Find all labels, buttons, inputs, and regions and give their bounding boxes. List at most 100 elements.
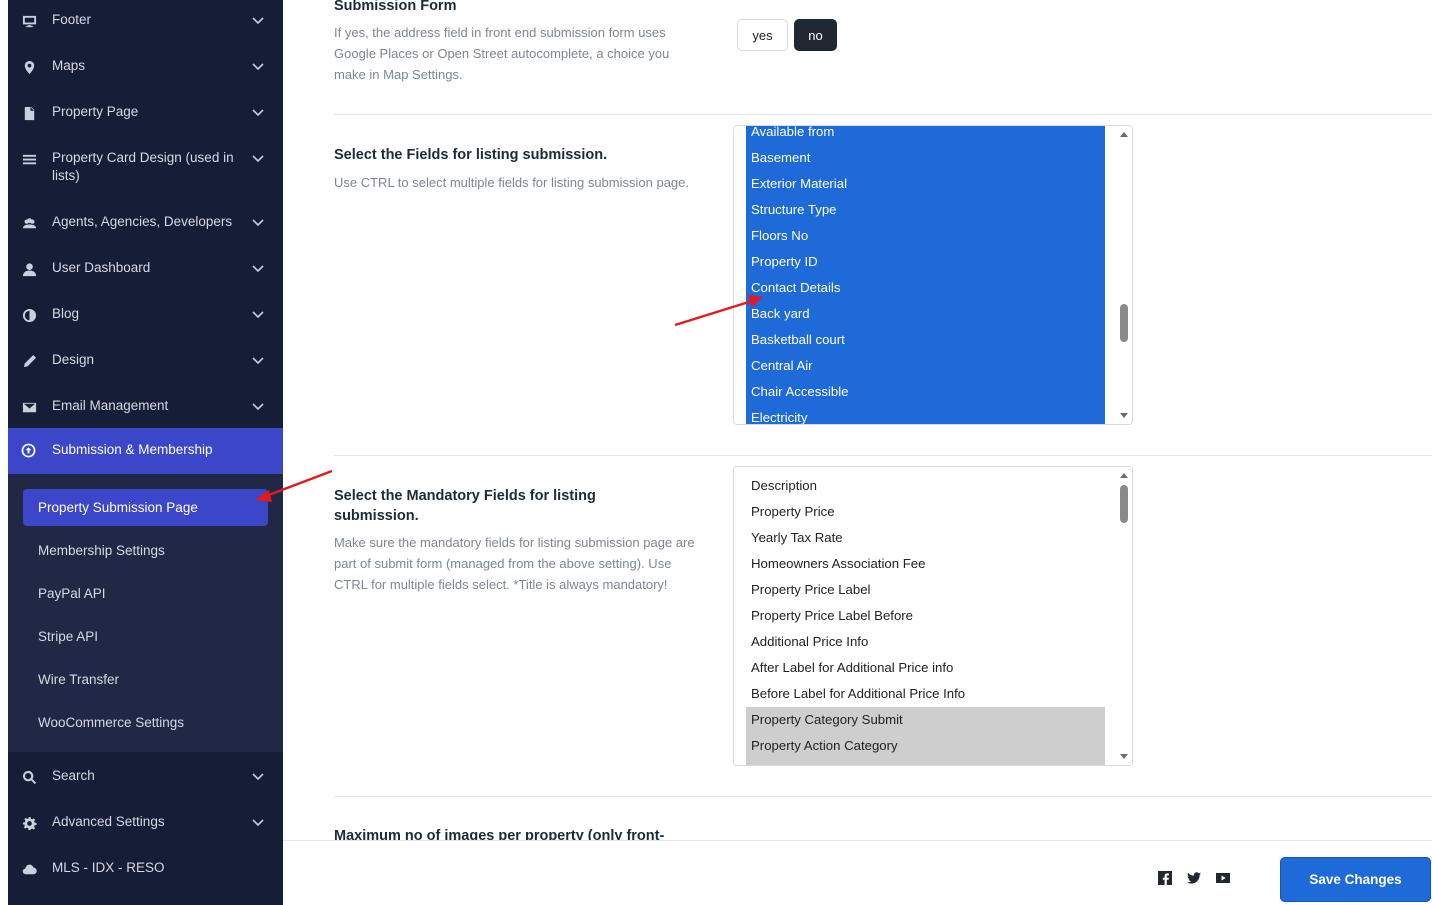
scroll-down-arrow-icon[interactable] bbox=[1120, 413, 1128, 418]
sidebar-item-label: Search bbox=[52, 768, 95, 783]
submenu-item-membership-settings[interactable]: Membership Settings bbox=[23, 532, 268, 569]
left-gutter bbox=[0, 0, 8, 905]
sidebar-item-email-management[interactable]: Email Management bbox=[8, 397, 283, 417]
list-option[interactable]: Central Air bbox=[746, 353, 1105, 379]
sidebar-item-agents[interactable]: Agents, Agencies, Developers bbox=[8, 213, 283, 233]
section-title-autocomplete: Submission Form bbox=[334, 0, 457, 14]
list-option[interactable]: Property Price Label Before bbox=[746, 603, 1105, 629]
list-option[interactable]: Structure Type bbox=[746, 197, 1105, 223]
scrollbar-thumb[interactable] bbox=[1120, 485, 1128, 523]
section-desc-fields: Use CTRL to select multiple fields for l… bbox=[334, 175, 689, 190]
sidebar-item-label: Advanced Settings bbox=[52, 814, 165, 829]
chevron-down-icon[interactable] bbox=[251, 215, 265, 229]
chevron-down-icon[interactable] bbox=[251, 105, 265, 119]
sidebar-item-label: Property Page bbox=[52, 104, 139, 119]
sidebar-item-label: User Dashboard bbox=[52, 260, 151, 275]
submenu-item-stripe-api[interactable]: Stripe API bbox=[23, 618, 268, 655]
list-option[interactable]: Property Category Submit bbox=[746, 707, 1105, 733]
list-icon bbox=[21, 151, 37, 167]
list-option[interactable]: Electricity bbox=[746, 405, 1105, 424]
mandatory-fields-multiselect[interactable]: Description Property Price Yearly Tax Ra… bbox=[733, 466, 1133, 766]
sidebar-item-mls-idx-reso[interactable]: MLS - IDX - RESO bbox=[8, 859, 283, 879]
list-option[interactable]: After Label for Additional Price info bbox=[746, 655, 1105, 681]
youtube-icon[interactable] bbox=[1215, 870, 1233, 888]
divider bbox=[334, 796, 1432, 797]
save-changes-button[interactable]: Save Changes bbox=[1280, 857, 1431, 902]
map-pin-icon bbox=[21, 59, 37, 75]
sidebar-item-design[interactable]: Design bbox=[8, 351, 283, 371]
fields-multiselect[interactable]: Available from Basement Exterior Materia… bbox=[733, 125, 1133, 425]
footer-bar bbox=[283, 840, 1432, 905]
chevron-down-icon[interactable] bbox=[251, 59, 265, 73]
section-title-fields: Select the Fields for listing submission… bbox=[334, 147, 608, 163]
chevron-down-icon[interactable] bbox=[251, 815, 265, 829]
list-option[interactable]: Additional Price Info bbox=[746, 629, 1105, 655]
sidebar-item-label: Footer bbox=[52, 12, 92, 27]
section-desc-mandatory: Make sure the mandatory fields for listi… bbox=[334, 535, 695, 592]
list-option[interactable]: Basketball court bbox=[746, 327, 1105, 353]
contrast-icon bbox=[21, 307, 37, 323]
list-option[interactable]: Property Price Label bbox=[746, 577, 1105, 603]
no-button[interactable]: no bbox=[794, 19, 837, 51]
sidebar-item-advanced-settings[interactable]: Advanced Settings bbox=[8, 813, 283, 833]
chevron-down-icon[interactable] bbox=[251, 261, 265, 275]
list-option[interactable]: Contact Details bbox=[746, 275, 1105, 301]
section-title-mandatory: Select the Mandatory Fields for listing … bbox=[334, 488, 596, 524]
scroll-up-arrow-icon[interactable] bbox=[1120, 132, 1128, 137]
chevron-down-icon[interactable] bbox=[251, 353, 265, 367]
sidebar-item-label: Email Management bbox=[52, 398, 169, 413]
upload-circle-icon bbox=[21, 443, 37, 459]
sidebar-item-label: Design bbox=[52, 352, 95, 367]
sidebar-item-label: Agents, Agencies, Developers bbox=[52, 214, 233, 229]
scroll-down-arrow-icon[interactable] bbox=[1120, 754, 1128, 759]
yes-button[interactable]: yes bbox=[737, 19, 788, 51]
scrollbar-thumb[interactable] bbox=[1120, 304, 1128, 342]
submenu-item-wire-transfer[interactable]: Wire Transfer bbox=[23, 661, 268, 698]
sidebar-item-search[interactable]: Search bbox=[8, 767, 283, 787]
list-option[interactable]: Basement bbox=[746, 145, 1105, 171]
list-option[interactable]: Chair Accessible bbox=[746, 379, 1105, 405]
list-option[interactable]: Back yard bbox=[746, 301, 1105, 327]
list-option[interactable]: Exterior Material bbox=[746, 171, 1105, 197]
list-option[interactable]: Description bbox=[746, 473, 1105, 499]
section-desc-autocomplete: If yes, the address field in front end s… bbox=[334, 25, 670, 82]
chevron-down-icon[interactable] bbox=[251, 151, 265, 165]
chevron-down-icon[interactable] bbox=[251, 307, 265, 321]
chevron-down-icon[interactable] bbox=[251, 13, 265, 27]
sidebar-item-blog[interactable]: Blog bbox=[8, 305, 283, 325]
list-option[interactable]: Floors No bbox=[746, 223, 1105, 249]
twitter-icon[interactable] bbox=[1186, 870, 1204, 888]
list-option[interactable]: Yearly Tax Rate bbox=[746, 525, 1105, 551]
sidebar-item-property-page[interactable]: Property Page bbox=[8, 103, 283, 123]
chevron-down-icon[interactable] bbox=[251, 769, 265, 783]
list-option[interactable]: Property Price bbox=[746, 499, 1105, 525]
scroll-up-arrow-icon[interactable] bbox=[1120, 473, 1128, 478]
list-option[interactable]: Before Label for Additional Price Info bbox=[746, 681, 1105, 707]
submenu-item-property-submission-page[interactable]: Property Submission Page bbox=[23, 489, 268, 526]
list-option[interactable]: Property ID bbox=[746, 249, 1105, 275]
sidebar-item-label: Maps bbox=[52, 58, 86, 73]
cloud-icon bbox=[21, 861, 37, 877]
sidebar-item-footer[interactable]: Footer bbox=[8, 11, 283, 31]
sidebar-item-maps[interactable]: Maps bbox=[8, 57, 283, 77]
list-option[interactable]: Available from bbox=[746, 126, 1105, 145]
sidebar-submenu: Property Submission Page Membership Sett… bbox=[8, 474, 283, 752]
chevron-down-icon[interactable] bbox=[251, 399, 265, 413]
sidebar-item-submission-membership[interactable]: Submission & Membership bbox=[8, 428, 283, 474]
submenu-item-paypal-api[interactable]: PayPal API bbox=[23, 575, 268, 612]
scrollbar[interactable] bbox=[1116, 467, 1132, 765]
divider bbox=[334, 114, 1432, 115]
envelope-icon bbox=[21, 399, 37, 415]
sidebar-item-property-card-design[interactable]: Property Card Design (used in lists) bbox=[8, 149, 283, 187]
scrollbar[interactable] bbox=[1116, 126, 1132, 424]
list-option[interactable]: Homeowners Association Fee bbox=[746, 551, 1105, 577]
submenu-item-woocommerce-settings[interactable]: WooCommerce Settings bbox=[23, 704, 268, 741]
list-option[interactable]: Property Action Category bbox=[746, 733, 1105, 765]
facebook-icon[interactable] bbox=[1157, 870, 1175, 888]
gear-icon bbox=[21, 815, 37, 831]
monitor-icon bbox=[21, 13, 37, 29]
main-content: Submission Form If yes, the address fiel… bbox=[283, 0, 1432, 905]
sidebar-item-label: MLS - IDX - RESO bbox=[52, 860, 165, 875]
sidebar-item-label: Property Card Design (used in lists) bbox=[52, 150, 234, 183]
sidebar-item-user-dashboard[interactable]: User Dashboard bbox=[8, 259, 283, 279]
